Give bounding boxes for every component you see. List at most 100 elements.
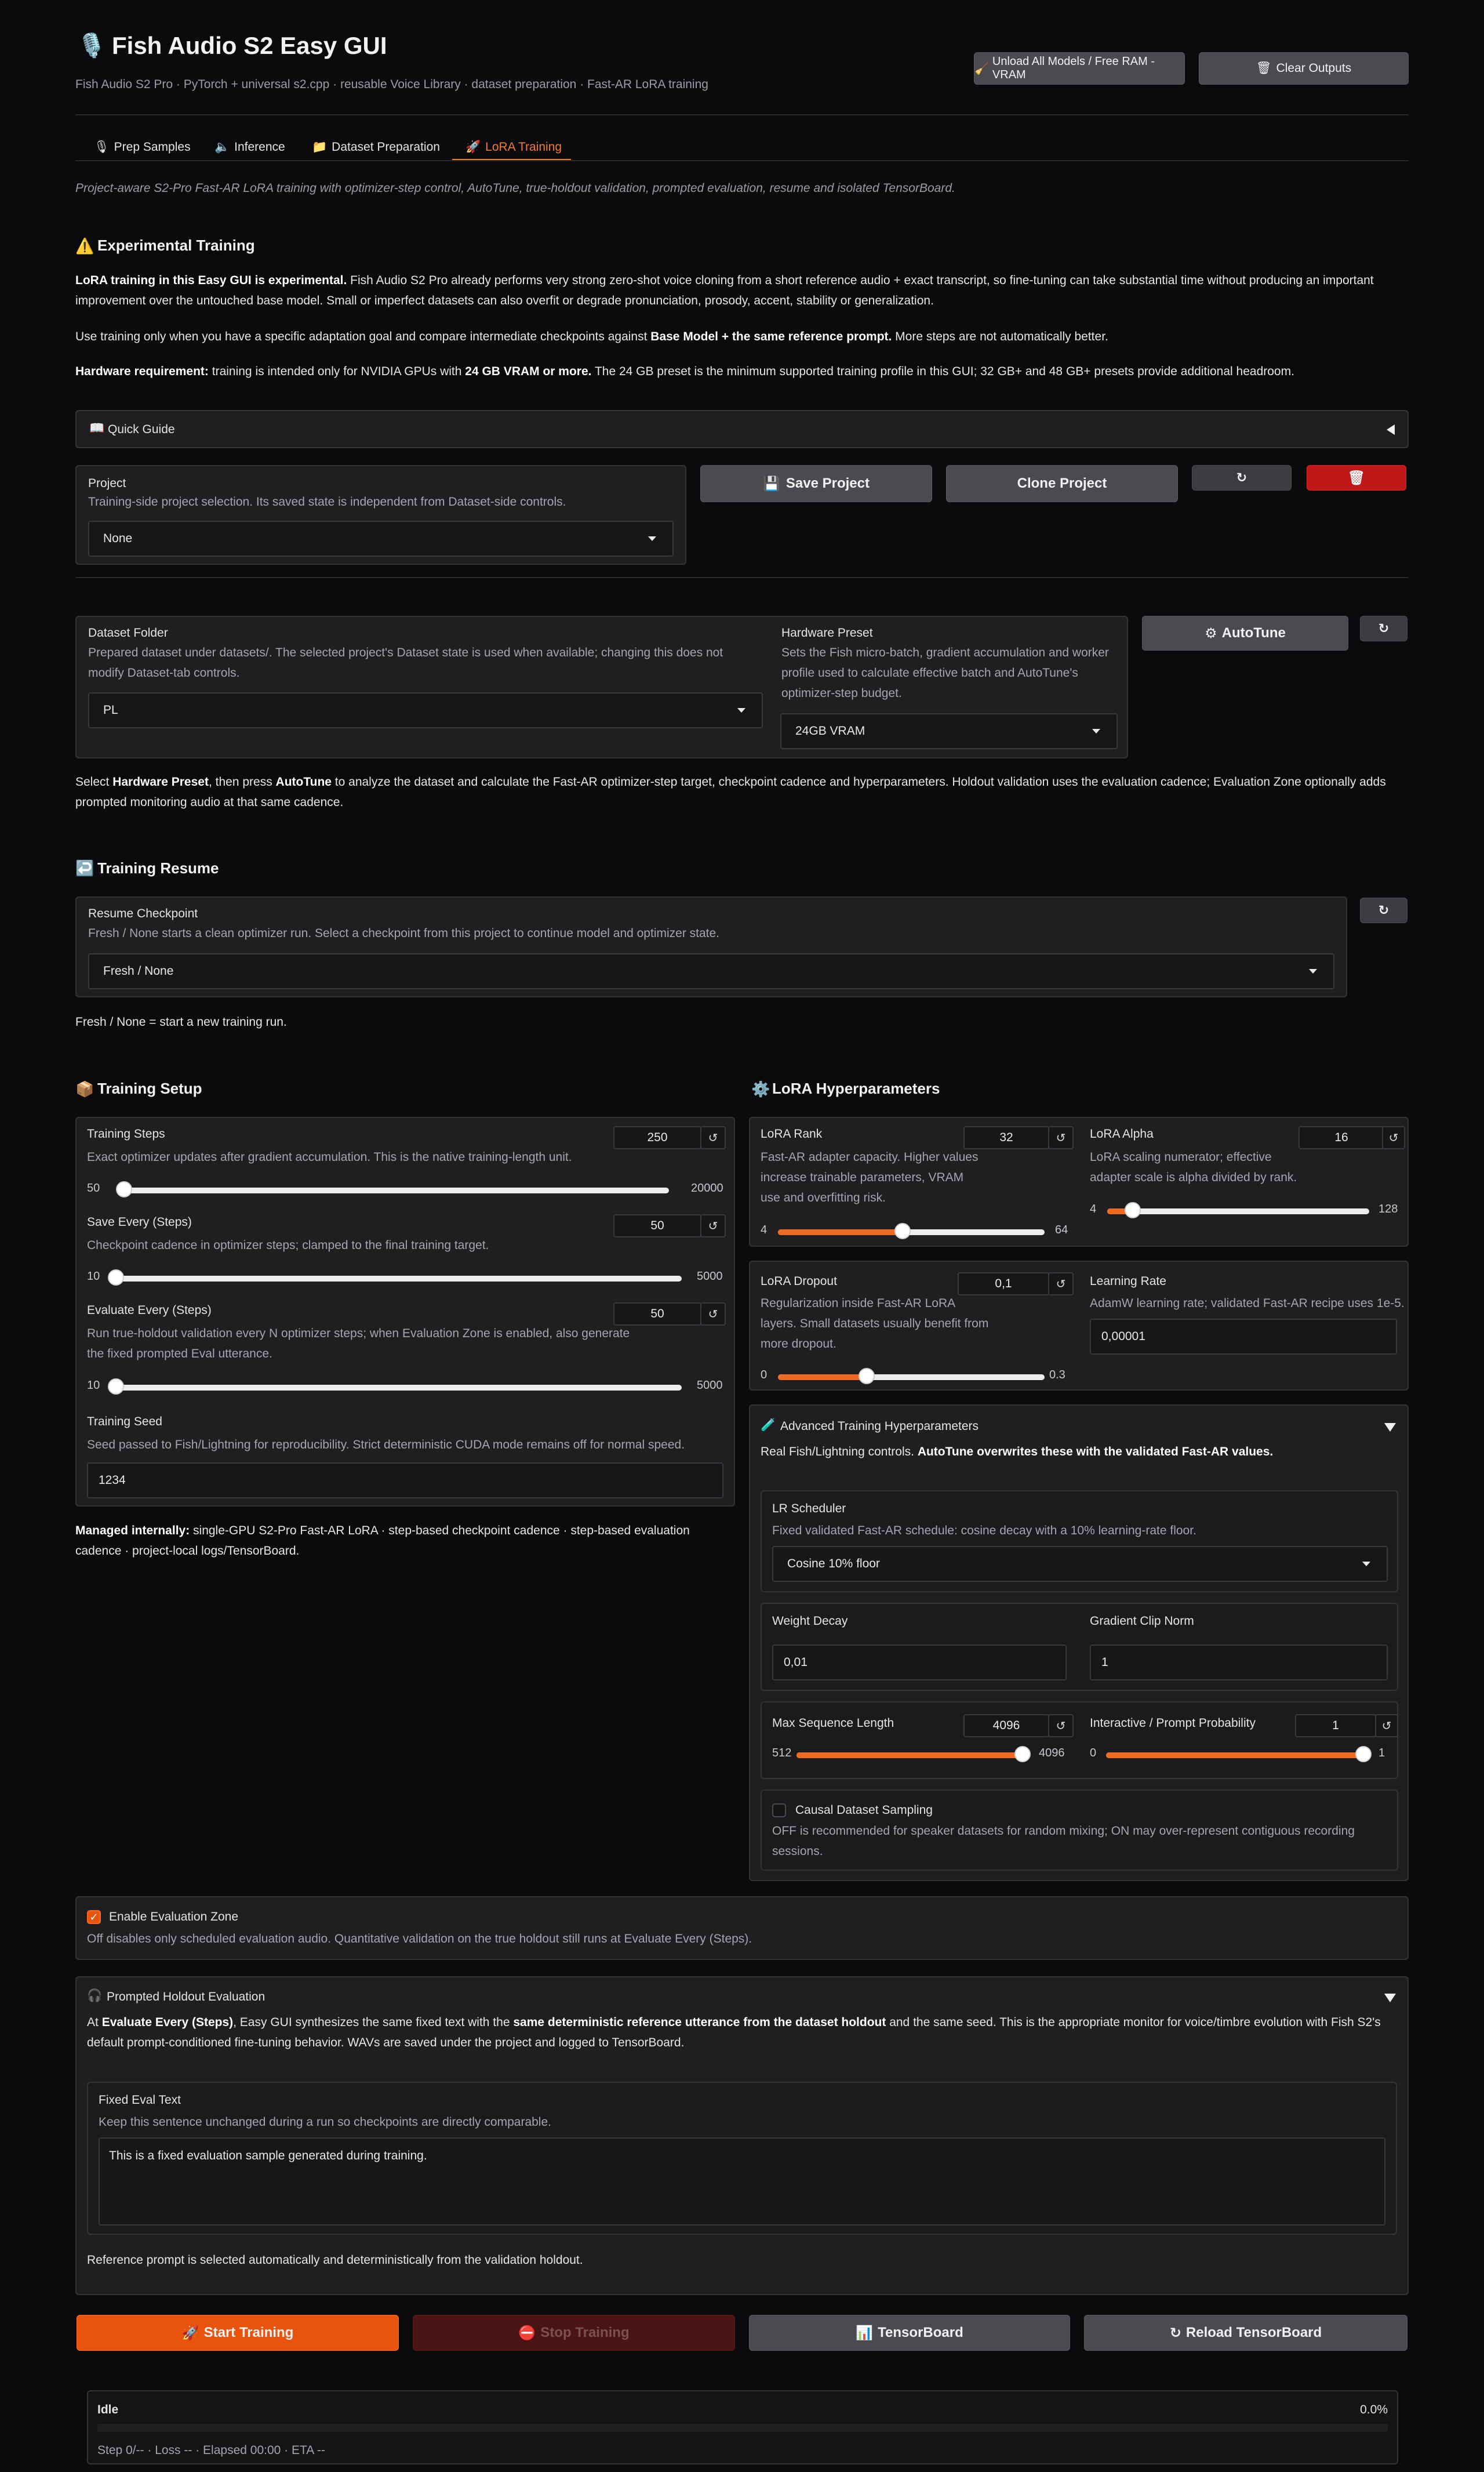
fixed-eval-panel: Fixed Eval Text Keep this sentence uncha… xyxy=(87,2082,1397,2235)
reset-icon[interactable]: ↺ xyxy=(700,1302,726,1326)
reset-icon[interactable]: ↺ xyxy=(700,1214,726,1237)
tab-inference[interactable]: 🔈 Inference xyxy=(214,135,285,160)
refresh-icon: ↻ xyxy=(1236,470,1247,485)
eval-every-slider[interactable] xyxy=(107,1378,682,1395)
save-project-button[interactable]: 💾 Save Project xyxy=(700,465,932,502)
hardware-preset-select[interactable]: 24GB VRAM xyxy=(780,713,1118,749)
quick-guide-accordion[interactable]: 📖 Quick Guide xyxy=(75,410,1409,448)
slider-thumb[interactable] xyxy=(859,1368,875,1384)
chevron-down-icon xyxy=(737,708,745,713)
dataset-folder-select[interactable]: PL xyxy=(88,692,763,728)
app-title: Fish Audio S2 Easy GUI xyxy=(112,32,387,59)
save-every-slider[interactable] xyxy=(107,1269,682,1286)
unload-models-button[interactable]: 🧹 Unload All Models / Free RAM - VRAM xyxy=(974,52,1185,85)
slider-thumb[interactable] xyxy=(1355,1746,1372,1762)
app-subtitle: Fish Audio S2 Pro · PyTorch + universal … xyxy=(75,78,708,91)
dataset-folder-desc: Prepared dataset under datasets/. The se… xyxy=(88,646,723,680)
save-every-desc: Checkpoint cadence in optimizer steps; c… xyxy=(87,1239,489,1252)
fixed-eval-textarea[interactable]: This is a fixed evaluation sample genera… xyxy=(99,2137,1385,2226)
save-every-label: Save Every (Steps) xyxy=(87,1215,192,1229)
refresh-resume-button[interactable]: ↻ xyxy=(1360,898,1407,923)
prompt-prob-slider[interactable] xyxy=(1106,1746,1372,1762)
slider-thumb[interactable] xyxy=(115,1181,132,1197)
lora-rank-label: LoRA Rank xyxy=(761,1127,823,1141)
scheduler-select[interactable]: Cosine 10% floor xyxy=(772,1546,1388,1582)
training-steps-slider[interactable] xyxy=(115,1181,669,1197)
collapse-triangle-icon[interactable] xyxy=(1384,1994,1396,2002)
refresh-autotune-button[interactable]: ↻ xyxy=(1360,616,1407,641)
prompt-prob-input[interactable]: 1 xyxy=(1295,1714,1376,1737)
reset-icon[interactable]: ↺ xyxy=(1048,1272,1074,1295)
microphone-icon: 🎙 xyxy=(94,140,110,154)
autotune-button[interactable]: ⚙ AutoTune xyxy=(1142,616,1348,651)
seed-input[interactable]: 1234 xyxy=(87,1462,723,1498)
clear-outputs-button[interactable]: 🗑 Clear Outputs xyxy=(1199,52,1409,85)
experimental-paragraph-1: LoRA training in this Easy GUI is experi… xyxy=(75,274,1374,307)
scheduler-label: LR Scheduler xyxy=(772,1502,846,1515)
training-steps-desc: Exact optimizer updates after gradient a… xyxy=(87,1150,572,1164)
tab-dataset-preparation[interactable]: 📁 Dataset Preparation xyxy=(312,135,440,160)
resume-desc: Fresh / None starts a clean optimizer ru… xyxy=(88,927,720,940)
learning-rate-desc: AdamW learning rate; validated Fast-AR r… xyxy=(1090,1297,1405,1310)
start-training-button[interactable]: 🚀 Start Training xyxy=(77,2315,399,2351)
lora-dropout-desc: Regularization inside Fast-AR LoRA layer… xyxy=(761,1297,989,1351)
save-every-input[interactable]: 50 xyxy=(613,1214,701,1237)
chart-icon: 📊 xyxy=(856,2325,874,2341)
book-icon: 📖 xyxy=(89,422,105,435)
delete-project-button[interactable]: 🗑 xyxy=(1307,465,1406,491)
training-steps-input[interactable]: 250 xyxy=(613,1126,701,1149)
eval-zone-checkbox[interactable]: ✓ xyxy=(87,1910,101,1924)
reset-icon[interactable]: ↺ xyxy=(700,1126,726,1149)
seq-prob-panel: Max Sequence Length 4096 ↺ 512 4096 Inte… xyxy=(761,1701,1398,1779)
refresh-project-button[interactable]: ↻ xyxy=(1192,465,1292,491)
lora-dropout-min: 0 xyxy=(761,1369,768,1381)
speaker-icon: 🔈 xyxy=(214,140,230,154)
status-progress-bar xyxy=(97,2424,1388,2432)
eval-every-input[interactable]: 50 xyxy=(613,1302,701,1326)
weight-decay-input[interactable]: 0,01 xyxy=(772,1645,1067,1680)
advanced-note: Real Fish/Lightning controls. AutoTune o… xyxy=(761,1445,1274,1458)
lora-dropout-slider[interactable] xyxy=(778,1368,1045,1384)
prompted-title[interactable]: Prompted Holdout Evaluation xyxy=(107,1990,265,2004)
resume-checkpoint-select[interactable]: Fresh / None xyxy=(88,953,1334,989)
slider-thumb[interactable] xyxy=(107,1269,124,1286)
max-seq-slider[interactable] xyxy=(796,1746,1031,1762)
slider-thumb[interactable] xyxy=(1124,1202,1141,1218)
lora-alpha-slider[interactable] xyxy=(1107,1202,1369,1218)
rocket-icon: 🚀 xyxy=(465,140,481,154)
box-icon: 📦 xyxy=(75,1080,94,1098)
tab-lora-training[interactable]: 🚀 LoRA Training xyxy=(465,135,562,160)
hardware-preset-label: Hardware Preset xyxy=(781,626,873,640)
experimental-paragraph-2: Use training only when you have a specif… xyxy=(75,330,1108,343)
training-steps-min: 50 xyxy=(87,1182,100,1195)
clip-norm-input[interactable]: 1 xyxy=(1090,1645,1388,1680)
reset-icon[interactable]: ↺ xyxy=(1048,1714,1074,1737)
slider-thumb[interactable] xyxy=(107,1378,124,1395)
causal-checkbox[interactable] xyxy=(772,1803,786,1817)
tab-prep-samples[interactable]: 🎙 Prep Samples xyxy=(94,135,191,160)
slider-thumb[interactable] xyxy=(1014,1746,1031,1762)
reload-icon: ↻ xyxy=(1169,2325,1181,2341)
slider-thumb[interactable] xyxy=(894,1223,911,1239)
advanced-title[interactable]: Advanced Training Hyperparameters xyxy=(780,1420,979,1433)
reset-icon[interactable]: ↺ xyxy=(1048,1126,1074,1149)
lora-dropout-input[interactable]: 0,1 xyxy=(958,1272,1049,1295)
collapse-triangle-icon[interactable] xyxy=(1384,1423,1396,1432)
pencil-icon: 🧪 xyxy=(761,1418,776,1432)
reload-tensorboard-button[interactable]: ↻ Reload TensorBoard xyxy=(1084,2315,1407,2351)
eval-every-desc: Run true-holdout validation every N opti… xyxy=(87,1327,630,1360)
lora-rank-slider[interactable] xyxy=(778,1223,1045,1239)
max-seq-input[interactable]: 4096 xyxy=(963,1714,1049,1737)
reset-icon[interactable]: ↺ xyxy=(1375,1714,1398,1737)
rocket-icon: 🚀 xyxy=(181,2325,199,2341)
project-select[interactable]: None xyxy=(88,521,674,557)
lora-rank-input[interactable]: 32 xyxy=(963,1126,1049,1149)
learning-rate-input[interactable]: 0,00001 xyxy=(1090,1319,1397,1355)
stop-training-button[interactable]: ⛔ Stop Training xyxy=(413,2315,735,2351)
clone-project-button[interactable]: Clone Project xyxy=(946,465,1178,502)
reset-icon[interactable]: ↺ xyxy=(1382,1126,1405,1149)
folder-icon: 📁 xyxy=(312,140,328,154)
lora-alpha-input[interactable]: 16 xyxy=(1298,1126,1384,1149)
tensorboard-button[interactable]: 📊 TensorBoard xyxy=(749,2315,1070,2351)
intro-text: Project-aware S2-Pro Fast-AR LoRA traini… xyxy=(75,182,955,195)
